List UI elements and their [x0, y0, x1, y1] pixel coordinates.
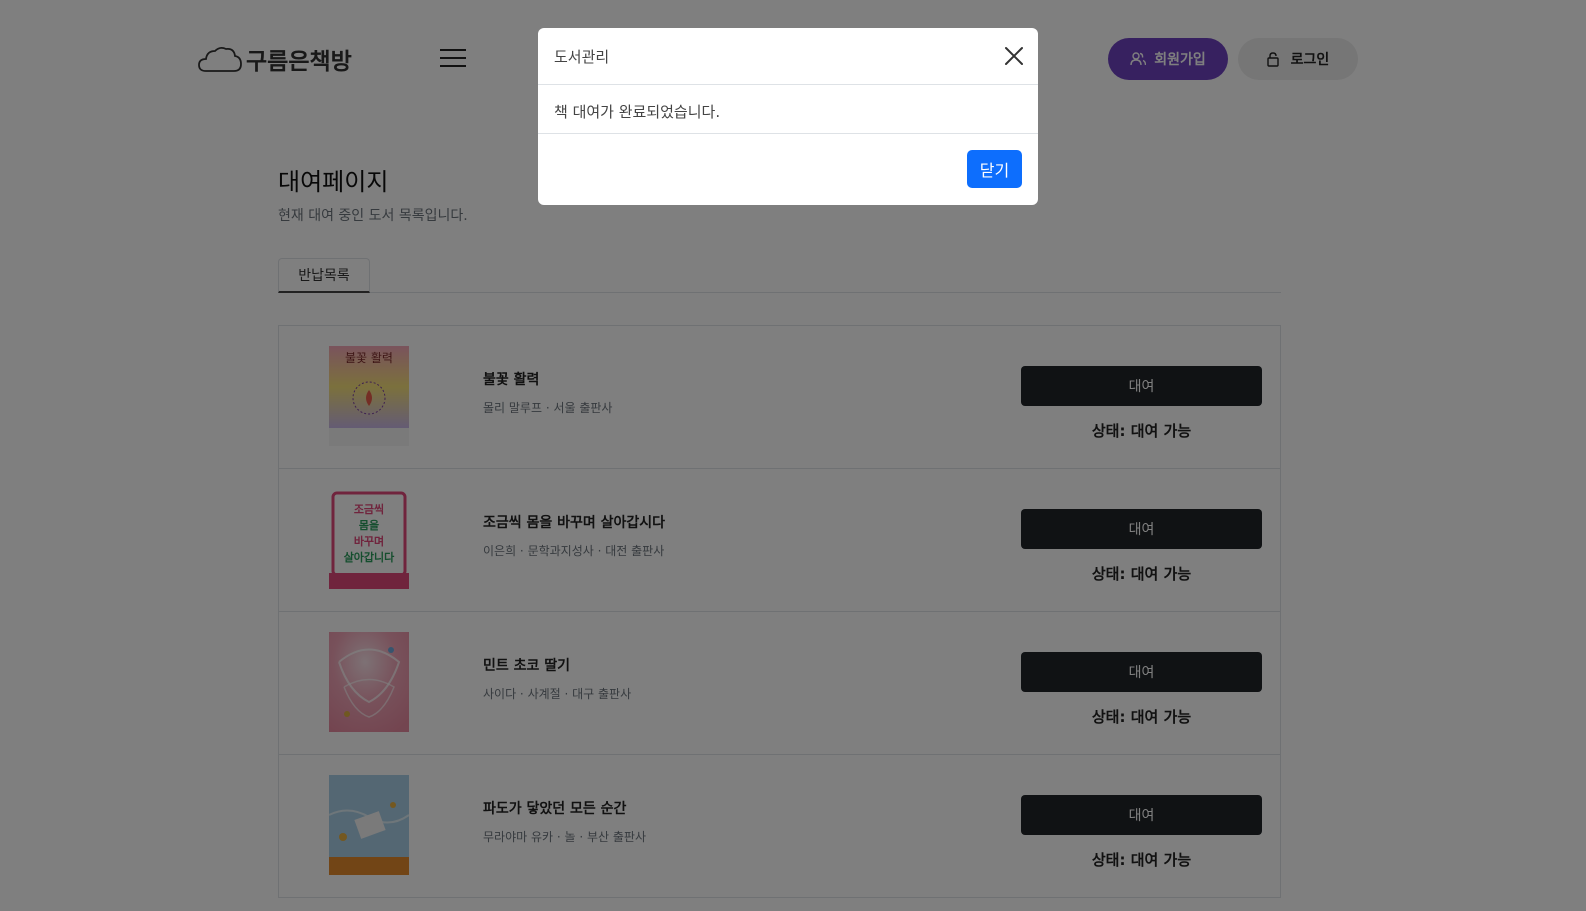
modal-dialog: 도서관리 책 대여가 완료되었습니다. 닫기	[538, 28, 1038, 205]
modal-header: 도서관리	[538, 28, 1038, 85]
close-icon[interactable]	[1002, 44, 1026, 68]
modal-message: 책 대여가 완료되었습니다.	[554, 103, 721, 121]
modal-footer: 닫기	[538, 134, 1038, 204]
modal-body: 책 대여가 완료되었습니다.	[538, 85, 1038, 134]
modal-title: 도서관리	[554, 48, 610, 66]
modal-close-button[interactable]: 닫기	[967, 150, 1022, 188]
